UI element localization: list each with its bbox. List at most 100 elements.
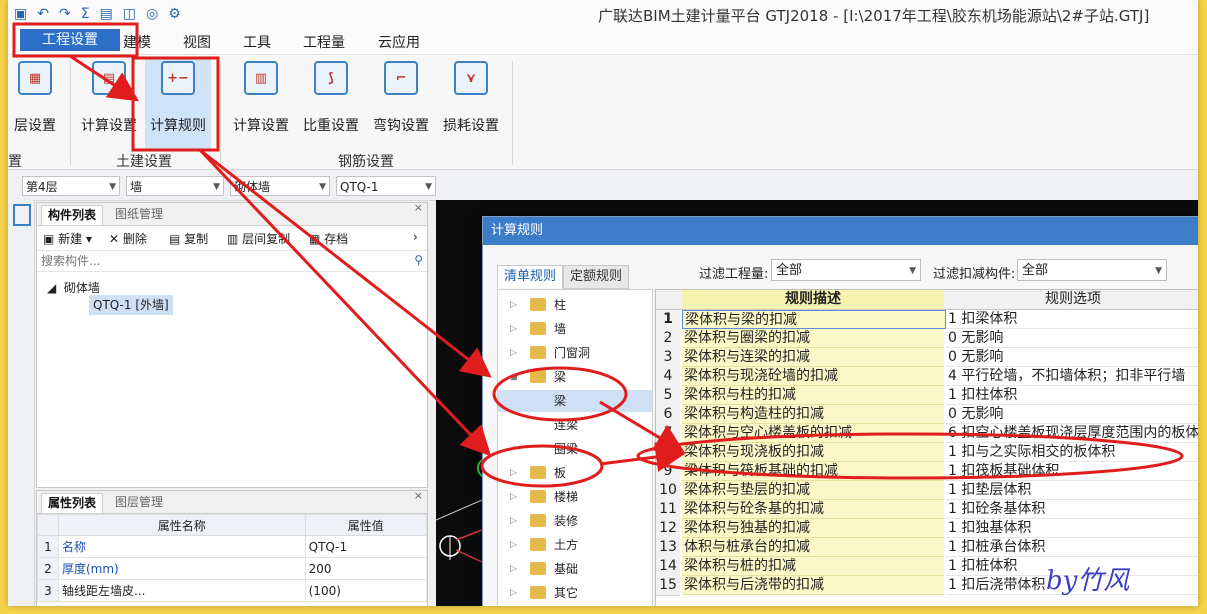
- glasses-icon[interactable]: ◎: [146, 6, 158, 22]
- tab-bill-rules[interactable]: 清单规则: [497, 265, 564, 288]
- rule-option-cell[interactable]: 4 平行砼墙，不扣墙体积；扣非平行墙: [946, 367, 1198, 386]
- tab-component-list[interactable]: 构件列表: [41, 205, 104, 225]
- calc-settings-rebar-button[interactable]: ▥ 计算设置: [228, 57, 294, 149]
- rule-option-cell[interactable]: 0 无影响: [946, 405, 1198, 424]
- tree-node-beam[interactable]: 梁: [498, 390, 652, 412]
- rule-option-cell[interactable]: 1 扣独基体积: [946, 519, 1198, 538]
- rule-option-cell[interactable]: 1 扣与之实际相交的板体积: [946, 443, 1198, 462]
- component-search-input[interactable]: [39, 252, 403, 270]
- tree-node-opening[interactable]: ▷ 门窗洞: [498, 342, 652, 364]
- rule-option-cell[interactable]: 1 扣筏板基础体积: [946, 462, 1198, 481]
- tree-node-masonry-wall[interactable]: ◢ 砌体墙: [47, 279, 100, 296]
- tab-quota-rules[interactable]: 定额规则: [563, 265, 630, 289]
- rule-option-cell[interactable]: 1 扣桩承台体积: [946, 538, 1198, 557]
- save-icon[interactable]: ▣: [14, 6, 27, 22]
- menu-cloud[interactable]: 云应用: [378, 32, 420, 52]
- undo-icon[interactable]: ↶: [37, 6, 49, 22]
- tree-node-other[interactable]: ▷ 其它: [498, 582, 652, 604]
- rule-description-cell[interactable]: 梁体积与桩的扣减: [682, 557, 944, 576]
- rule-description-cell[interactable]: 梁体积与后浇带的扣减: [682, 576, 944, 595]
- navigator-icon[interactable]: [13, 204, 31, 226]
- rule-description-cell[interactable]: 梁体积与垫层的扣减: [682, 481, 944, 500]
- menu-project-settings[interactable]: 工程设置: [20, 29, 120, 51]
- tab-property-list[interactable]: 属性列表: [41, 493, 104, 513]
- sum-icon[interactable]: Σ: [81, 6, 90, 22]
- tools-icon[interactable]: ⚙: [168, 6, 181, 22]
- calc-rules-button[interactable]: +− 计算规则: [145, 57, 211, 149]
- rule-description-cell[interactable]: 梁体积与空心楼盖板的扣减: [682, 424, 944, 443]
- element-type-select[interactable]: 墙 ▼: [126, 176, 224, 196]
- rule-description-cell[interactable]: 梁体积与圈梁的扣减: [682, 329, 944, 348]
- tree-node-finish[interactable]: ▷ 装修: [498, 510, 652, 532]
- tree-node-ring-beam[interactable]: 圈梁: [498, 438, 652, 460]
- rule-description-cell[interactable]: 体积与桩承台的扣减: [682, 538, 944, 557]
- table-row[interactable]: 6 梁体积与构造柱的扣减 0 无影响: [656, 405, 1198, 425]
- copy-button[interactable]: ▤ 复制: [169, 230, 208, 247]
- element-subtype-select[interactable]: 砌体墙 ▼: [230, 176, 330, 196]
- rule-description-cell[interactable]: 梁体积与独基的扣减: [682, 519, 944, 538]
- filter-quantity-select[interactable]: 全部 ▼: [771, 259, 921, 281]
- component-select[interactable]: QTQ-1 ▼: [336, 176, 436, 196]
- tab-layer-management[interactable]: 图层管理: [109, 493, 169, 512]
- tree-node-stair[interactable]: ▷ 楼梯: [498, 486, 652, 508]
- table-row[interactable]: 13 体积与桩承台的扣减 1 扣桩承台体积: [656, 538, 1198, 558]
- table-row[interactable]: 5 梁体积与柱的扣减 1 扣柱体积: [656, 386, 1198, 406]
- floor-copy-button[interactable]: ▥ 层间复制: [227, 230, 290, 247]
- table-row[interactable]: 1 名称 QTQ-1: [37, 535, 428, 558]
- table-row[interactable]: 8 梁体积与现浇板的扣减 1 扣与之实际相交的板体积: [656, 443, 1198, 463]
- rule-option-cell[interactable]: 1 扣梁体积: [946, 310, 1198, 329]
- tree-node-wall[interactable]: ▷ 墙: [498, 318, 652, 340]
- tree-node-beam-group[interactable]: ◢ 梁: [498, 366, 652, 388]
- filter-deduct-select[interactable]: 全部 ▼: [1017, 259, 1167, 281]
- rule-option-cell[interactable]: 1 扣柱体积: [946, 386, 1198, 405]
- tree-node-earthwork[interactable]: ▷ 土方: [498, 534, 652, 556]
- redo-icon[interactable]: ↷: [59, 6, 71, 22]
- table-row[interactable]: 9 梁体积与筏板基础的扣减 1 扣筏板基础体积: [656, 462, 1198, 482]
- view-icon[interactable]: ◫: [123, 6, 136, 22]
- rule-description-cell[interactable]: 梁体积与梁的扣减: [682, 310, 946, 329]
- density-settings-button[interactable]: ⟆ 比重设置: [298, 57, 364, 149]
- tree-node-qtq1[interactable]: QTQ-1 [外墙]: [89, 295, 173, 315]
- table-row[interactable]: 12 梁体积与独基的扣减 1 扣独基体积: [656, 519, 1198, 539]
- tree-node-foundation[interactable]: ▷ 基础: [498, 558, 652, 580]
- calc-settings-civil-button[interactable]: ▤ 计算设置: [76, 57, 142, 149]
- rule-description-cell[interactable]: 梁体积与砼条基的扣减: [682, 500, 944, 519]
- rule-description-cell[interactable]: 梁体积与现浇砼墙的扣减: [682, 367, 944, 386]
- floor-settings-button[interactable]: ▦ 层设置: [8, 57, 68, 149]
- menu-tools[interactable]: 工具: [243, 32, 271, 52]
- tree-node-link-beam[interactable]: 连梁: [498, 414, 652, 436]
- close-icon[interactable]: ×: [414, 201, 423, 214]
- menu-quantity[interactable]: 工程量: [303, 32, 345, 52]
- new-button[interactable]: ▣ 新建 ▾: [43, 230, 92, 247]
- rule-description-cell[interactable]: 梁体积与连梁的扣减: [682, 348, 944, 367]
- hook-settings-button[interactable]: ⌐ 弯钩设置: [368, 57, 434, 149]
- rule-option-cell[interactable]: 6 扣空心楼盖板现浇层厚度范围内的板体: [946, 424, 1198, 443]
- rule-description-cell[interactable]: 梁体积与现浇板的扣减: [682, 443, 944, 462]
- table-row[interactable]: 1 梁体积与梁的扣减 1 扣梁体积: [656, 310, 1198, 330]
- table-row[interactable]: 3 梁体积与连梁的扣减 0 无影响: [656, 348, 1198, 368]
- delete-button[interactable]: ✕ 删除: [109, 230, 147, 247]
- menu-modeling[interactable]: 建模: [123, 32, 151, 52]
- floor-select[interactable]: 第4层 ▼: [22, 176, 120, 196]
- table-row[interactable]: 3 轴线距左墙皮... (100): [37, 579, 428, 602]
- rule-description-cell[interactable]: 梁体积与构造柱的扣减: [682, 405, 944, 424]
- loss-settings-button[interactable]: ⋎ 损耗设置: [438, 57, 504, 149]
- rule-option-cell[interactable]: 0 无影响: [946, 348, 1198, 367]
- more-icon[interactable]: ›: [413, 230, 418, 244]
- table-row[interactable]: 7 梁体积与空心楼盖板的扣减 6 扣空心楼盖板现浇层厚度范围内的板体: [656, 424, 1198, 444]
- rule-option-cell[interactable]: 0 无影响: [946, 329, 1198, 348]
- menu-view[interactable]: 视图: [183, 32, 211, 52]
- close-icon[interactable]: ×: [414, 489, 423, 502]
- rule-description-cell[interactable]: 梁体积与筏板基础的扣减: [682, 462, 944, 481]
- archive-button[interactable]: ▦ 存档: [309, 230, 348, 247]
- tree-node-slab[interactable]: ▷ 板: [498, 462, 652, 484]
- table-row[interactable]: 4 梁体积与现浇砼墙的扣减 4 平行砼墙，不扣墙体积；扣非平行墙: [656, 367, 1198, 387]
- search-icon[interactable]: ⚲: [414, 253, 423, 267]
- table-row[interactable]: 2 厚度(mm) 200: [37, 557, 428, 580]
- rule-option-cell[interactable]: 1 扣砼条基体积: [946, 500, 1198, 519]
- table-row[interactable]: 2 梁体积与圈梁的扣减 0 无影响: [656, 329, 1198, 349]
- rule-option-cell[interactable]: 1 扣垫层体积: [946, 481, 1198, 500]
- rule-description-cell[interactable]: 梁体积与柱的扣减: [682, 386, 944, 405]
- report-icon[interactable]: ▤: [100, 6, 113, 22]
- tree-node-column[interactable]: ▷ 柱: [498, 294, 652, 316]
